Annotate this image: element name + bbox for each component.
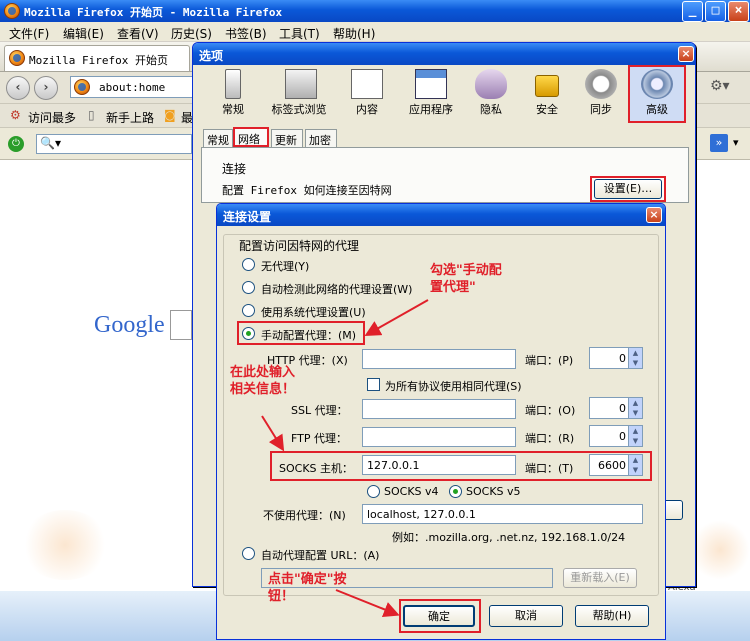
arrow-to-manual xyxy=(364,299,429,336)
annotation-arrows xyxy=(261,299,429,617)
arrow-to-ok xyxy=(335,589,400,617)
arrow-to-socks xyxy=(261,415,285,452)
